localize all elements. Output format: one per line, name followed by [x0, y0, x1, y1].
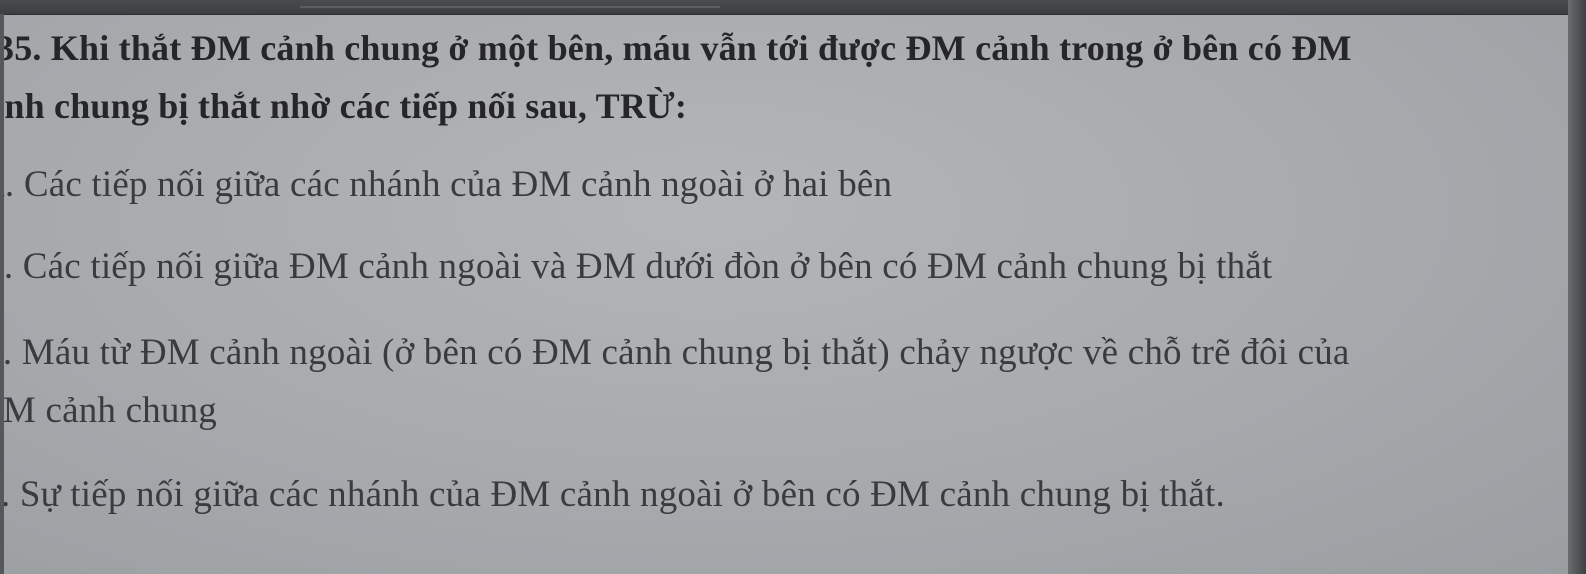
window-top-bar [0, 0, 1586, 15]
question-line-2: cảnh chung bị thắt nhờ các tiếp nối sau,… [4, 86, 688, 126]
option-c-line-2: ĐM cảnh chung [4, 390, 217, 431]
photo-frame: 35. Khi thắt ĐM cảnh chung ở một bên, má… [0, 0, 1586, 574]
option-b: B. Các tiếp nối giữa ĐM cảnh ngoài và ĐM… [4, 246, 1273, 287]
question-line-1: 35. Khi thắt ĐM cảnh chung ở một bên, má… [4, 28, 1352, 68]
top-bar-decoration [300, 0, 720, 8]
option-c-line-1: C. Máu từ ĐM cảnh ngoài (ở bên có ĐM cản… [4, 332, 1350, 373]
option-a: A. Các tiếp nối giữa các nhánh của ĐM cả… [4, 164, 893, 205]
option-d: D. Sự tiếp nối giữa các nhánh của ĐM cản… [4, 474, 1225, 515]
document-page: 35. Khi thắt ĐM cảnh chung ở một bên, má… [4, 15, 1568, 574]
right-edge [1568, 0, 1586, 574]
